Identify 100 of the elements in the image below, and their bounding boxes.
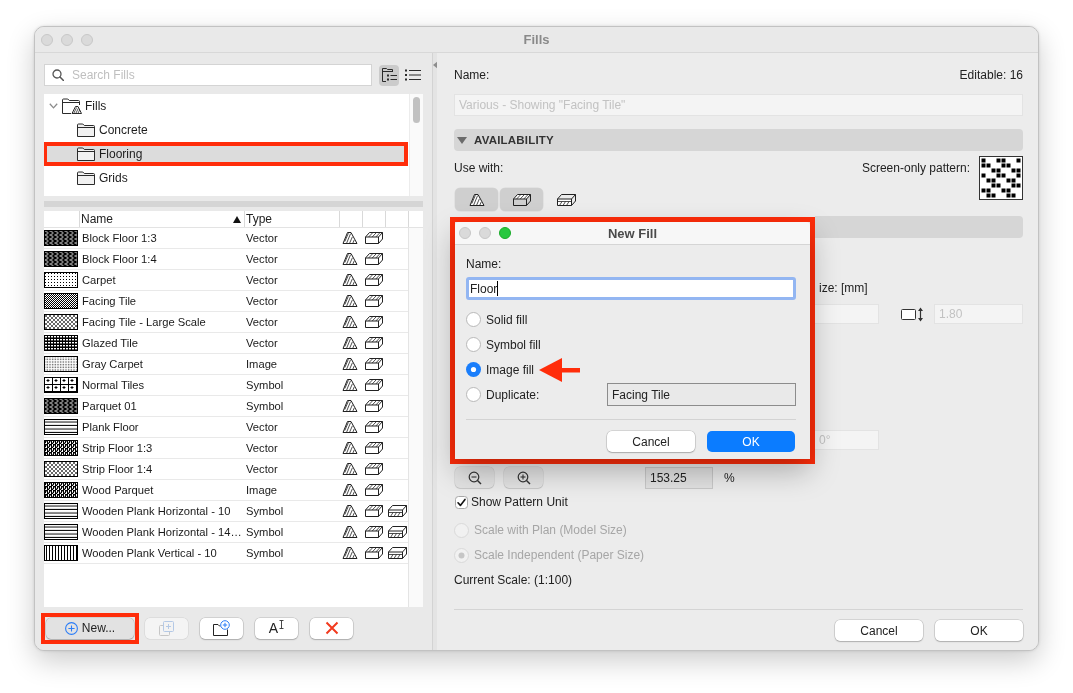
radio-label: Image fill	[486, 362, 535, 377]
section-header[interactable]	[815, 216, 1023, 238]
folder-tree-icon	[381, 68, 397, 82]
fill-type: Vector	[246, 295, 278, 307]
zoom-field[interactable]: 153.25	[645, 466, 713, 489]
search-field[interactable]: Search Fills	[44, 64, 372, 86]
radio-label: Duplicate:	[486, 387, 540, 402]
radio-button[interactable]	[466, 362, 481, 377]
tree-view-button[interactable]	[379, 64, 399, 86]
hatched-top-box-icon	[512, 193, 531, 206]
pattern-swatch-icon	[44, 440, 78, 456]
scrollbar-thumb[interactable]	[413, 97, 420, 123]
pattern-swatch-icon	[44, 482, 78, 498]
cancel-button[interactable]: Cancel	[835, 620, 923, 641]
folder-icon	[77, 171, 95, 185]
zoom-in-button[interactable]	[504, 467, 543, 488]
checkbox-label: Show Pattern Unit	[471, 495, 568, 509]
pane-splitter[interactable]	[432, 53, 437, 650]
checkbox[interactable]	[455, 495, 468, 509]
fill-name: Facing Tile	[82, 295, 137, 307]
duplicate-source-field[interactable]: Facing Tile	[607, 383, 796, 406]
new-button[interactable]: New...	[46, 617, 134, 639]
new-folder-button[interactable]	[200, 617, 243, 639]
tree-item[interactable]: Grids	[44, 166, 409, 190]
fill-type: Symbol	[246, 400, 284, 412]
toggle-button[interactable]	[500, 188, 543, 211]
chevron-icon[interactable]	[49, 103, 58, 109]
fill-name: Carpet	[82, 274, 116, 286]
radio-label: Symbol fill	[486, 337, 541, 352]
fill-type: Vector	[246, 253, 278, 265]
cancel-button[interactable]: Cancel	[607, 431, 695, 452]
pattern-swatch-icon	[44, 272, 78, 288]
pattern-swatch-icon	[44, 503, 78, 519]
screen-pattern-label: Screen-only pattern:	[861, 160, 970, 176]
close-button[interactable]	[459, 227, 471, 239]
fill-type: Vector	[246, 316, 278, 328]
column-header[interactable]: Name	[79, 211, 244, 227]
minimize-button[interactable]	[479, 227, 491, 239]
fill-name: Gray Carpet	[82, 358, 143, 370]
zoom-out-button[interactable]	[455, 467, 494, 488]
fill-name: Wooden Plank Horizontal - 14…	[82, 526, 242, 538]
fill-name: Wooden Plank Vertical - 10	[82, 547, 217, 559]
name-label: Name:	[454, 68, 490, 82]
delete-icon	[324, 621, 339, 635]
fill-name: Strip Floor 1:3	[82, 442, 153, 454]
pattern-swatch-icon	[44, 377, 78, 393]
rename-button[interactable]: A	[255, 617, 298, 639]
radio-button[interactable]	[466, 337, 481, 352]
fill-type: Symbol	[246, 547, 284, 559]
radio-button[interactable]	[466, 387, 481, 402]
fill-type: Vector	[246, 442, 278, 454]
fill-name: Strip Floor 1:4	[82, 463, 153, 475]
fill-type: Vector	[246, 463, 278, 475]
radio-button[interactable]	[466, 312, 481, 327]
fill-type: Vector	[246, 337, 278, 349]
pattern-swatch-icon	[44, 461, 78, 477]
pattern-swatch-icon	[44, 251, 78, 267]
rectangle-height-icon	[901, 306, 924, 322]
fill-type: Symbol	[246, 379, 284, 391]
fill-name: Parquet 01	[82, 400, 137, 412]
ok-button[interactable]: OK	[935, 620, 1023, 641]
plus-circle-icon	[64, 621, 78, 635]
pattern-swatch-icon	[44, 524, 78, 540]
zoom-button[interactable]	[81, 33, 93, 46]
width-field[interactable]	[815, 304, 879, 324]
fill-type: Vector	[246, 274, 278, 286]
close-button[interactable]	[41, 33, 53, 46]
tree-item[interactable]: Concrete	[44, 118, 409, 142]
list-icon	[405, 69, 421, 81]
pattern-swatch-icon	[44, 419, 78, 435]
name-label: Name:	[466, 257, 502, 271]
fill-type: Symbol	[246, 505, 284, 517]
toggle-button[interactable]	[455, 188, 498, 211]
collapse-triangle-icon[interactable]	[432, 61, 438, 69]
tree-item[interactable]: Fills	[44, 94, 409, 118]
fill-type: Symbol	[246, 526, 284, 538]
window-title: Fills	[523, 32, 550, 47]
current-scale-label: Current Scale: (1:100)	[454, 573, 573, 587]
zoom-button[interactable]	[499, 227, 511, 239]
hatched-shape-icon	[468, 193, 485, 206]
radio-label: Scale Independent (Paper Size)	[474, 548, 645, 562]
editable-count: Editable: 16	[959, 68, 1023, 82]
column-header[interactable]: Type	[244, 211, 339, 227]
tree-item[interactable]: Flooring	[47, 146, 404, 162]
fill-type: Image	[246, 358, 278, 370]
fill-type: Image	[246, 484, 278, 496]
fill-type: Vector	[246, 421, 278, 433]
fill-type: Vector	[246, 232, 278, 244]
pattern-swatch-icon	[44, 398, 78, 414]
squares-plus-icon	[159, 620, 174, 636]
fill-name: Normal Tiles	[82, 379, 145, 391]
name-input[interactable]: Floor	[466, 277, 796, 300]
section-header[interactable]: AVAILABILITY	[454, 129, 1023, 151]
pattern-swatch-icon	[44, 314, 78, 330]
ok-button[interactable]: OK	[707, 431, 795, 452]
delete-button[interactable]	[310, 617, 353, 639]
hatched-folder-icon	[62, 98, 82, 114]
minimize-button[interactable]	[61, 33, 73, 46]
hatched-front-box-icon	[557, 193, 576, 206]
pattern-swatch-icon	[44, 545, 78, 561]
